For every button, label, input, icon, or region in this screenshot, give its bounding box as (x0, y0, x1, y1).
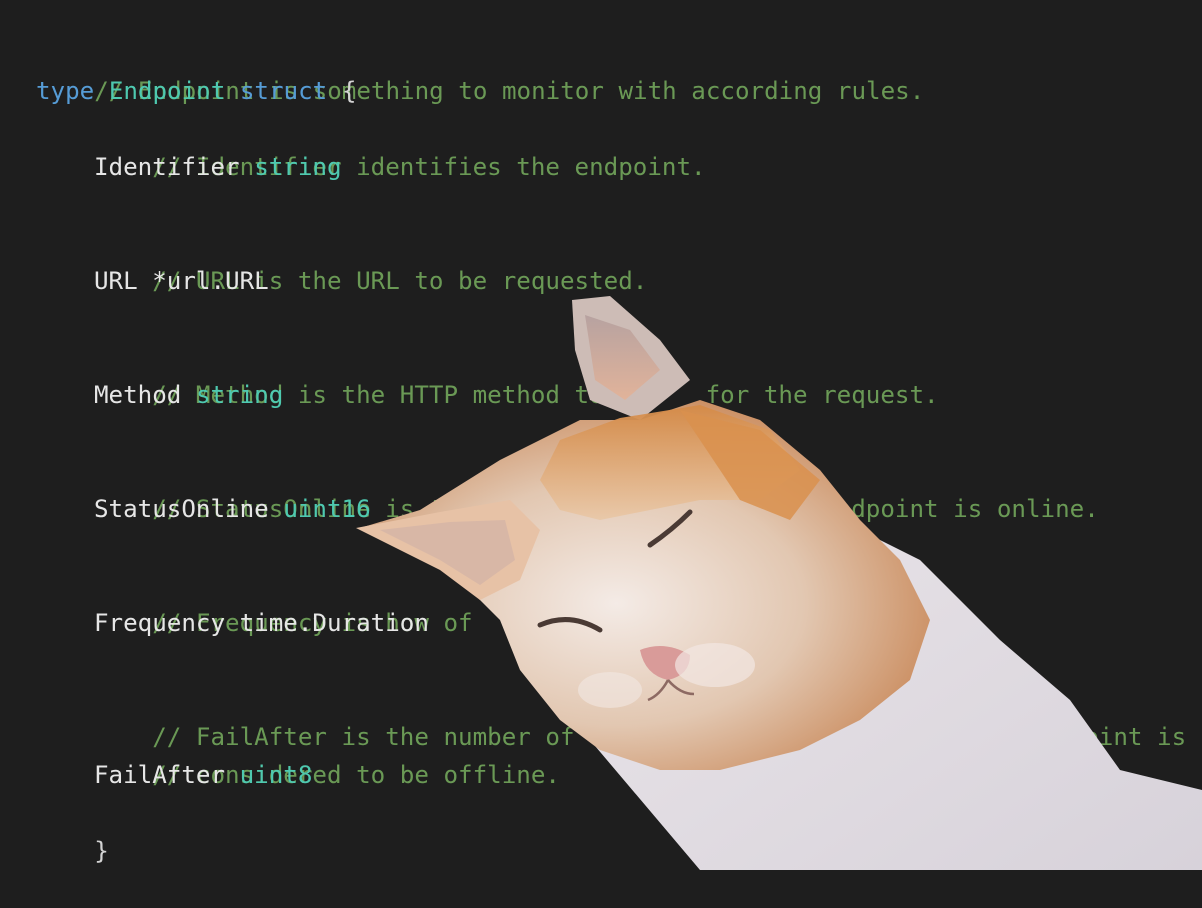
field-type: string (195, 381, 284, 409)
field-type: *url.URL (152, 267, 269, 295)
comment-tail: dpoint is (1055, 723, 1187, 751)
field-name: URL (94, 267, 138, 295)
code-line-8: Method string (94, 376, 283, 414)
keyword-type: type (36, 77, 95, 105)
field-type: uint8 (239, 761, 313, 789)
keyword-struct: struct (239, 77, 328, 105)
code-line-10: StatusOnline uint16 (94, 490, 371, 528)
code-line-13: // FailAfter is the number of dpoint is (94, 680, 1186, 751)
field-name: FailAfter (94, 761, 226, 789)
code-line-15: FailAfter uint8 (94, 756, 312, 794)
comment-tail: e endpoint is online. (793, 495, 1099, 523)
code-line-6: URL *url.URL (94, 262, 269, 300)
open-brace: { (341, 77, 357, 105)
code-line-1: // Endpoint is something to monitor with… (36, 34, 924, 105)
code-line-12: Frequency time.Duration (94, 604, 429, 642)
code-line-11: // Frequency is how of (94, 566, 472, 637)
code-line-3: // Identifier identifies the endpoint. (94, 110, 705, 181)
struct-name: Endpoint (108, 77, 226, 105)
code-line-5: // URL is the URL to be requested. (94, 224, 647, 295)
field-name: Identifier (94, 153, 240, 181)
comment-tail: for the request. (705, 381, 939, 409)
code-line-9: // StatusOnline is the status i e endpoi… (94, 452, 1099, 523)
code-editor: // Endpoint is something to monitor with… (0, 0, 1202, 870)
code-line-16: } (36, 794, 109, 865)
close-brace: } (94, 837, 109, 865)
field-name: StatusOnline (94, 495, 269, 523)
field-type: string (254, 153, 342, 181)
code-line-7: // Method is the HTTP method to b for th… (94, 338, 938, 409)
field-type: time.Duration (239, 609, 429, 637)
field-type: uint16 (283, 495, 371, 523)
field-name: Frequency (94, 609, 226, 637)
code-line-4: Identifier string (94, 148, 342, 186)
code-line-14: // considered to be offline. (94, 718, 560, 789)
code-line-2: type Endpoint struct { (36, 72, 356, 110)
field-name: Method (94, 381, 182, 409)
